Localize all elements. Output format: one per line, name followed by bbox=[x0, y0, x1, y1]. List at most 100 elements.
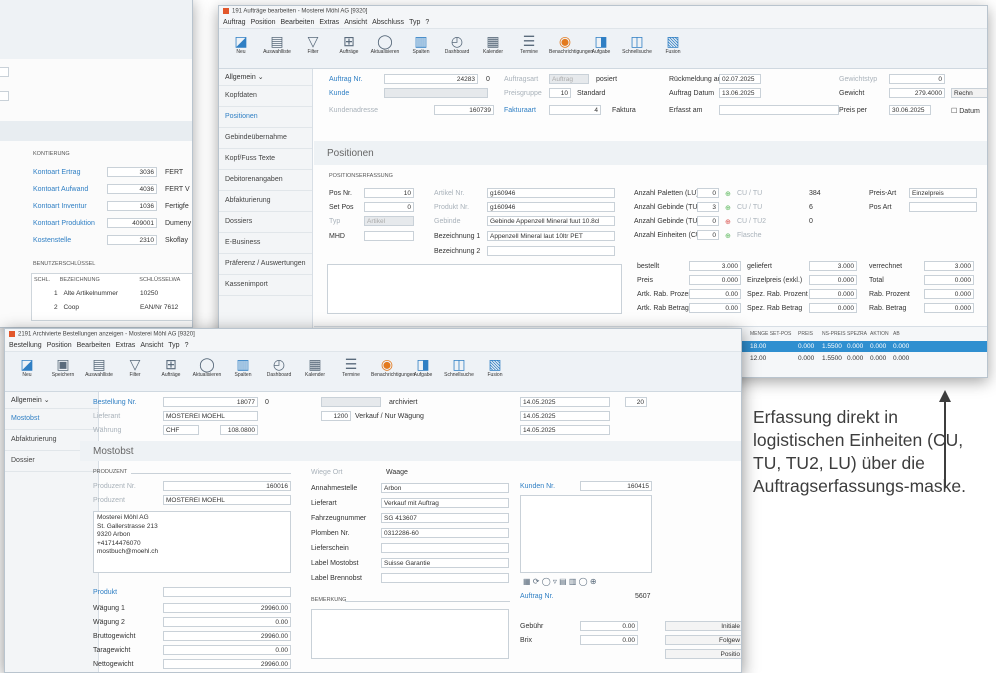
toolbar-button[interactable]: ◫ Schnellsuche bbox=[621, 33, 653, 55]
wiegung-field[interactable]: 29960.00 bbox=[163, 603, 291, 613]
date2-field[interactable]: 14.05.2025 bbox=[520, 411, 610, 421]
anzahl-field[interactable]: 3 bbox=[697, 202, 719, 212]
toolbar-button[interactable]: ▤ Auswahlliste bbox=[261, 33, 293, 55]
auftrag-field[interactable]: 24283 bbox=[384, 74, 478, 84]
produkt-field[interactable] bbox=[163, 587, 291, 597]
toolbar-button[interactable]: ◴ Dashboard bbox=[263, 356, 295, 378]
kontierung-field[interactable]: 1036 bbox=[107, 201, 157, 211]
toolbar-button[interactable]: ◪ Neu bbox=[225, 33, 257, 55]
preisart-field[interactable]: Einzelpreis bbox=[909, 188, 977, 198]
kunden-field[interactable]: 160415 bbox=[580, 481, 652, 491]
menu-item[interactable]: Abschluss bbox=[372, 19, 404, 26]
table-row[interactable]: 1 Alte Artikelnummer 10250 bbox=[54, 290, 158, 297]
gebinde-field[interactable]: Gebinde Appenzell Mineral fuut 10.8cl bbox=[487, 216, 615, 226]
side-button[interactable]: Folgew bbox=[665, 635, 741, 645]
zahl-field[interactable]: 160739 bbox=[434, 105, 494, 115]
menu-item[interactable]: Typ bbox=[409, 19, 420, 26]
toolbar-button[interactable]: ◉ Benachrichtigungen bbox=[371, 356, 415, 378]
mid-field[interactable]: Arbon bbox=[381, 483, 509, 493]
menu-item[interactable]: Extras bbox=[319, 19, 339, 26]
erfasst-field[interactable] bbox=[719, 105, 839, 115]
calc-field[interactable]: 0.000 bbox=[809, 289, 857, 299]
toolbar-button[interactable]: ▥ Spalten bbox=[227, 356, 259, 378]
rueckmeldung-field[interactable]: 02.07.2025 bbox=[719, 74, 761, 84]
preis-per-field[interactable]: 30.06.2025 bbox=[889, 105, 931, 115]
wiegung-field[interactable]: 29960.00 bbox=[163, 659, 291, 669]
toolbar-button[interactable]: ◨ Aufgabe bbox=[585, 33, 617, 55]
top-field[interactable] bbox=[0, 67, 9, 77]
table-row[interactable]: 3.0018.000.0001.55000.0000.0000.000 bbox=[702, 341, 987, 352]
top-field-2[interactable] bbox=[0, 91, 9, 101]
sidebar-head[interactable]: Allgemein ⌄ bbox=[5, 392, 98, 409]
kontierung-field[interactable]: 3036 bbox=[107, 167, 157, 177]
gewichtstyp-field[interactable]: 0 bbox=[889, 74, 945, 84]
toolbar-button[interactable]: ◯ Aktualisieren bbox=[191, 356, 223, 378]
kurs-field[interactable]: 108.0800 bbox=[220, 425, 258, 435]
date1-field[interactable]: 14.05.2025 bbox=[520, 397, 610, 407]
menu-item[interactable]: Auftrag bbox=[223, 19, 246, 26]
sidebar-head[interactable]: Allgemein ⌄ bbox=[219, 69, 312, 86]
table-row[interactable]: 2 Coop EAN/Nr 7612 bbox=[54, 304, 178, 311]
bestell-field[interactable]: 18077 bbox=[163, 397, 258, 407]
sidebar-item[interactable]: E-Business bbox=[219, 233, 312, 254]
wiegung-field[interactable]: 0.00 bbox=[163, 645, 291, 655]
auftragsdatum-field[interactable]: 13.06.2025 bbox=[719, 88, 761, 98]
menu-item[interactable]: Position bbox=[47, 342, 72, 349]
lieferant-field[interactable]: MOSTEREI MOEHL bbox=[163, 411, 258, 421]
toolbar-button[interactable]: ▽ Filter bbox=[119, 356, 151, 378]
posnr-field[interactable]: 10 bbox=[364, 188, 414, 198]
toolbar-button[interactable]: ▦ Kalender bbox=[299, 356, 331, 378]
sidebar-item[interactable]: Dossiers bbox=[219, 212, 312, 233]
toolbar-button[interactable]: ◯ Aktualisieren bbox=[369, 33, 401, 55]
waehrung-field[interactable]: CHF bbox=[163, 425, 199, 435]
menu-item[interactable]: Ansicht bbox=[140, 342, 163, 349]
anzahl-field[interactable]: 0 bbox=[697, 216, 719, 226]
produkt-field[interactable]: g160946 bbox=[487, 202, 615, 212]
toolbar-button[interactable]: ⊞ Aufträge bbox=[333, 33, 365, 55]
sidebar-item[interactable]: Kopf/Fuss Texte bbox=[219, 149, 312, 170]
sidebar-item[interactable]: Kassenimport bbox=[219, 275, 312, 296]
mid-field[interactable] bbox=[381, 573, 509, 583]
kontierung-field[interactable]: 2310 bbox=[107, 235, 157, 245]
standard-num[interactable]: 10 bbox=[549, 88, 571, 98]
sidebar-item[interactable]: Präferenz / Auswertungen bbox=[219, 254, 312, 275]
status-field[interactable] bbox=[321, 397, 381, 407]
toolbar-button[interactable]: ▧ Fusion bbox=[657, 33, 689, 55]
kunde-field[interactable] bbox=[384, 88, 488, 98]
produzent-nr-field[interactable]: 160016 bbox=[163, 481, 291, 491]
menu-item[interactable]: Position bbox=[251, 19, 276, 26]
toolbar-button[interactable]: ◪ Neu bbox=[11, 356, 43, 378]
toolbar-button[interactable]: ◫ Schnellsuche bbox=[443, 356, 475, 378]
kontierung-field[interactable]: 409001 bbox=[107, 218, 157, 228]
artikel-field[interactable]: g160946 bbox=[487, 188, 615, 198]
mid-field[interactable]: Verkauf mit Auftrag bbox=[381, 498, 509, 508]
anzahl-field[interactable]: 0 bbox=[697, 230, 719, 240]
mid-field[interactable]: SG 413607 bbox=[381, 513, 509, 523]
aufstatus-field[interactable]: Auftrag bbox=[549, 74, 589, 84]
menu-item[interactable]: Bestellung bbox=[9, 342, 42, 349]
wiegung-field[interactable]: 0.00 bbox=[163, 617, 291, 627]
fakturaart-field[interactable]: 4 bbox=[549, 105, 601, 115]
brix-field[interactable]: 0.00 bbox=[580, 635, 638, 645]
produzent-field[interactable]: MOSTEREI MOEHL bbox=[163, 495, 291, 505]
toolbar-button[interactable]: ▥ Spalten bbox=[405, 33, 437, 55]
calc-field[interactable]: 3.000 bbox=[924, 261, 974, 271]
toolbar-button[interactable]: ⊞ Aufträge bbox=[155, 356, 187, 378]
side-button[interactable]: Positio bbox=[665, 649, 741, 659]
sidebar-item[interactable]: Mostobst bbox=[5, 409, 98, 430]
setpos-field[interactable]: 0 bbox=[364, 202, 414, 212]
notes-area[interactable] bbox=[327, 264, 622, 314]
mhd-field[interactable] bbox=[364, 231, 414, 241]
mid-field[interactable]: 0312286-60 bbox=[381, 528, 509, 538]
calc-field[interactable]: 0.000 bbox=[809, 303, 857, 313]
toolbar-button[interactable]: ▣ Speichern bbox=[47, 356, 79, 378]
datum-checkbox[interactable]: ☐ Datum bbox=[951, 107, 980, 115]
calc-field[interactable]: 0.00 bbox=[689, 303, 741, 313]
wiegung-field[interactable]: 29960.00 bbox=[163, 631, 291, 641]
toolbar-button[interactable]: ☰ Termine bbox=[335, 356, 367, 378]
calc-field[interactable]: 0.000 bbox=[689, 275, 741, 285]
gewicht-field[interactable]: 279.4000 bbox=[889, 88, 945, 98]
calc-field[interactable]: 3.000 bbox=[689, 261, 741, 271]
sidebar-item[interactable]: Debitorenangaben bbox=[219, 170, 312, 191]
bez1-field[interactable]: Appenzell Mineral laut 10ltr PET bbox=[487, 231, 615, 241]
